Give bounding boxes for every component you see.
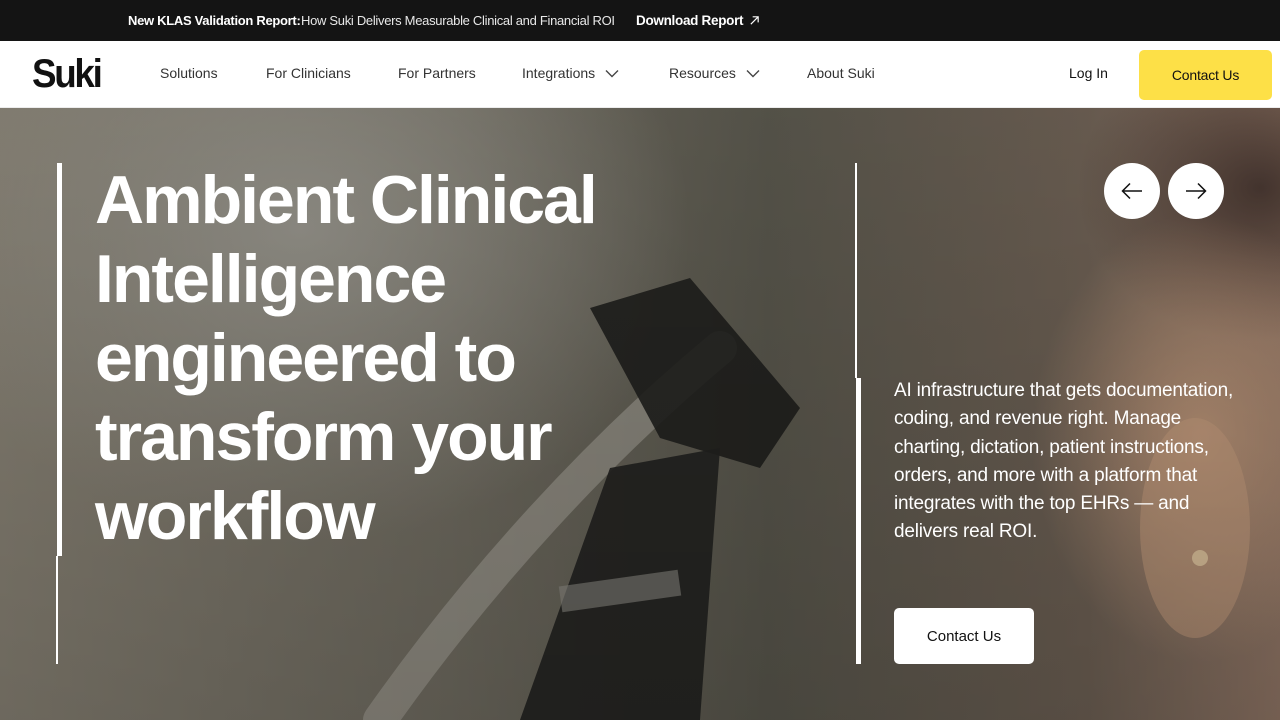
suki-logo[interactable]: Suki [32, 53, 103, 95]
left-accent-line-lower [56, 556, 58, 664]
announcement-message[interactable]: How Suki Delivers Measurable Clinical an… [301, 13, 615, 28]
left-accent-line [57, 163, 62, 556]
carousel-prev-button[interactable] [1104, 163, 1160, 219]
announcement-lead: New KLAS Validation Report: [128, 13, 301, 28]
nav-item-for-clinicians[interactable]: For Clinicians [266, 65, 351, 81]
nav-item-label: Solutions [160, 65, 218, 81]
nav-item-label: For Clinicians [266, 65, 351, 81]
chevron-down-icon [605, 69, 619, 77]
hero-headline: Ambient Clinical Intelligence engineered… [95, 162, 598, 554]
nav-item-label: Integrations [522, 65, 596, 81]
announcement-bar: New KLAS Validation Report: How Suki Del… [0, 0, 1280, 41]
nav-item-label: Resources [669, 65, 736, 81]
right-accent-line-lower [856, 378, 861, 664]
hero-description: AI infrastructure that gets documentatio… [894, 380, 1234, 543]
hero-section: Ambient Clinical Intelligence engineered… [0, 108, 1280, 720]
main-nav: Suki Solutions For Clinicians For Partne… [0, 41, 1280, 108]
arrow-left-icon [1121, 182, 1142, 200]
nav-item-resources[interactable]: Resources [669, 65, 760, 81]
nav-item-label: For Partners [398, 65, 476, 81]
download-report-label: Download Report [636, 13, 744, 28]
chevron-down-icon [746, 69, 760, 77]
download-report-link[interactable]: Download Report [636, 13, 760, 28]
carousel-next-button[interactable] [1168, 163, 1224, 219]
nav-item-integrations[interactable]: Integrations [522, 65, 619, 81]
nav-item-about-suki[interactable]: About Suki [807, 65, 875, 81]
arrow-up-right-icon [750, 16, 760, 25]
nav-item-label: About Suki [807, 65, 875, 81]
contact-us-nav-button[interactable]: Contact Us [1139, 50, 1272, 100]
nav-item-for-partners[interactable]: For Partners [398, 65, 476, 81]
arrow-right-icon [1186, 182, 1207, 200]
login-link[interactable]: Log In [1069, 65, 1108, 81]
contact-us-hero-button[interactable]: Contact Us [894, 608, 1034, 664]
right-accent-line [855, 163, 857, 378]
nav-item-solutions[interactable]: Solutions [160, 65, 218, 81]
